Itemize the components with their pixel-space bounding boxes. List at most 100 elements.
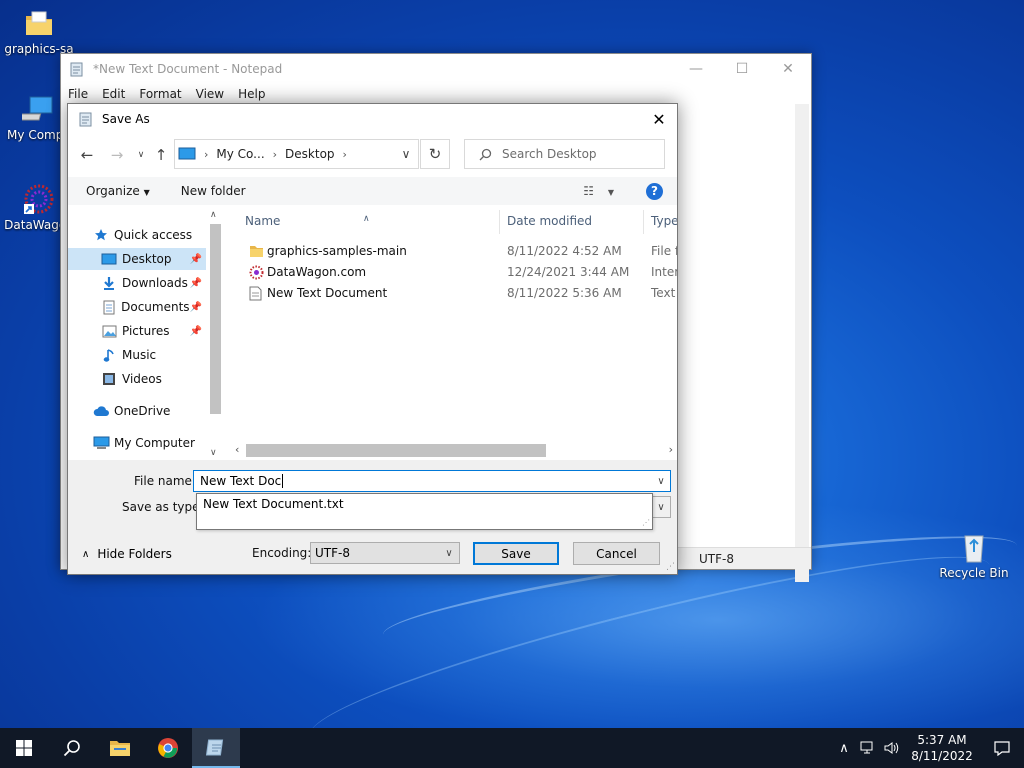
desktop-icon-label: Recycle Bin <box>939 566 1009 580</box>
scroll-down-icon[interactable]: ∨ <box>210 448 217 458</box>
chrome-taskbar-button[interactable] <box>144 728 192 768</box>
command-bar: Organize ▼ New folder ☷ ▼ ? <box>68 177 677 205</box>
scroll-up-icon[interactable]: ∧ <box>210 210 217 220</box>
new-folder-button[interactable]: New folder <box>159 184 255 198</box>
search-input[interactable]: Search Desktop <box>464 139 665 169</box>
minimize-button[interactable]: — <box>673 54 719 84</box>
file-date: 8/11/2022 4:52 AM <box>507 244 622 258</box>
menu-view[interactable]: View <box>196 87 224 101</box>
horizontal-scroll-thumb[interactable] <box>246 444 546 457</box>
cancel-button[interactable]: Cancel <box>573 542 660 565</box>
nav-label: Desktop <box>122 252 172 266</box>
column-divider[interactable] <box>643 210 644 234</box>
refresh-button[interactable]: ↻ <box>420 139 450 169</box>
column-divider[interactable] <box>499 210 500 234</box>
details-view-icon: ☷ <box>583 184 595 198</box>
nav-pane-scroll-thumb[interactable] <box>210 224 221 414</box>
breadcrumb-desktop[interactable]: Desktop <box>285 147 335 161</box>
up-button[interactable]: ↑ <box>150 143 172 167</box>
nav-item-documents[interactable]: Documents 📌 <box>68 296 206 318</box>
hide-folders-button[interactable]: ∧ Hide Folders <box>82 547 172 561</box>
address-bar[interactable]: › My Co... › Desktop › ∨ <box>174 139 419 169</box>
encoding-select[interactable]: UTF-8 ∨ <box>310 542 460 564</box>
file-type: Text D <box>651 286 677 300</box>
file-row[interactable]: DataWagon.com 12/24/2021 3:44 AM Intern <box>233 262 677 283</box>
document-icon <box>100 300 117 315</box>
start-button[interactable] <box>0 728 48 768</box>
search-button[interactable] <box>48 728 96 768</box>
nav-label: My Computer <box>114 436 195 450</box>
save-as-type-dropdown[interactable]: ∨ <box>651 496 671 518</box>
notepad-taskbar-button[interactable] <box>192 728 240 768</box>
network-icon[interactable] <box>856 741 880 755</box>
file-name: New Text Document <box>267 286 388 300</box>
search-placeholder: Search Desktop <box>502 147 597 161</box>
file-list-horizontal-scrollbar[interactable]: ‹ › <box>233 442 677 459</box>
resize-grip-icon[interactable]: ⋰ <box>666 562 675 572</box>
autocomplete-suggestion[interactable]: New Text Document.txt <box>203 497 344 511</box>
close-icon: ✕ <box>652 109 666 129</box>
nav-item-onedrive[interactable]: OneDrive <box>92 400 206 422</box>
show-hidden-icons-chevron-up-icon[interactable]: ∧ <box>832 741 856 756</box>
nav-item-pictures[interactable]: Pictures 📌 <box>68 320 206 342</box>
column-header-date[interactable]: Date modified <box>507 214 592 228</box>
resize-grip-icon[interactable]: ⋰ <box>642 518 650 527</box>
computer-icon <box>92 436 110 450</box>
recent-locations-button[interactable]: ∨ <box>130 143 152 167</box>
nav-item-videos[interactable]: Videos <box>68 368 206 390</box>
save-button[interactable]: Save <box>473 542 559 565</box>
clock[interactable]: 5:37 AM 8/11/2022 <box>904 732 980 764</box>
chevron-down-icon: ∨ <box>657 501 665 513</box>
menu-file[interactable]: File <box>68 87 88 101</box>
help-button[interactable]: ? <box>646 182 663 200</box>
computer-icon <box>178 147 196 160</box>
chevron-down-icon[interactable]: ∨ <box>652 476 670 487</box>
notepad-vertical-scrollbar[interactable] <box>795 104 809 582</box>
nav-label: OneDrive <box>114 404 171 418</box>
back-button[interactable]: ← <box>76 143 98 167</box>
nav-item-desktop[interactable]: Desktop 📌 <box>68 248 206 270</box>
notepad-titlebar[interactable]: *New Text Document - Notepad — ☐ ✕ <box>61 54 811 84</box>
view-options-button[interactable]: ☷ ▼ <box>583 184 614 198</box>
chrome-icon <box>158 738 178 758</box>
dialog-close-button[interactable]: ✕ <box>641 104 677 134</box>
desktop-icon-graphics-samples[interactable]: graphics-sa <box>0 8 78 56</box>
notepad-menubar: File Edit Format View Help <box>61 84 811 104</box>
pictures-icon <box>100 325 118 338</box>
file-row[interactable]: New Text Document 8/11/2022 5:36 AM Text… <box>233 283 677 304</box>
breadcrumb-my-computer[interactable]: My Co... <box>216 147 264 161</box>
file-row[interactable]: graphics-samples-main 8/11/2022 4:52 AM … <box>233 241 677 262</box>
dialog-titlebar[interactable]: Save As ✕ <box>68 104 677 134</box>
breadcrumb-separator-icon[interactable]: › <box>343 148 347 161</box>
desktop-icon-recycle-bin[interactable]: Recycle Bin <box>935 530 1013 580</box>
forward-button[interactable]: → <box>106 143 128 167</box>
menu-help[interactable]: Help <box>238 87 265 101</box>
file-name-input[interactable]: New Text Doc ∨ <box>193 470 671 492</box>
scroll-right-icon[interactable]: › <box>669 443 673 456</box>
file-type: File fo <box>651 244 677 258</box>
nav-item-downloads[interactable]: Downloads 📌 <box>68 272 206 294</box>
close-button[interactable]: ✕ <box>765 54 811 84</box>
scroll-left-icon[interactable]: ‹ <box>235 443 239 456</box>
menu-format[interactable]: Format <box>139 87 181 101</box>
refresh-icon: ↻ <box>428 145 442 163</box>
nav-label: Documents <box>121 300 190 314</box>
column-header-name[interactable]: Name <box>245 214 280 228</box>
organize-button[interactable]: Organize ▼ <box>68 184 159 198</box>
file-name: graphics-samples-main <box>267 244 407 258</box>
maximize-button[interactable]: ☐ <box>719 54 765 84</box>
notifications-button[interactable] <box>980 740 1024 756</box>
notepad-icon <box>206 739 224 756</box>
download-icon <box>100 276 118 291</box>
nav-item-quick-access[interactable]: Quick access <box>92 224 206 246</box>
nav-item-my-computer[interactable]: My Computer <box>92 432 206 454</box>
arrow-left-icon: ← <box>80 146 94 164</box>
arrow-right-icon: → <box>110 146 124 164</box>
search-icon <box>63 740 80 757</box>
chevron-down-icon[interactable]: ∨ <box>394 147 418 161</box>
menu-edit[interactable]: Edit <box>102 87 125 101</box>
file-explorer-taskbar-button[interactable] <box>96 728 144 768</box>
column-header-type[interactable]: Type <box>651 214 677 228</box>
volume-icon[interactable] <box>880 741 904 755</box>
nav-item-music[interactable]: Music <box>68 344 206 366</box>
